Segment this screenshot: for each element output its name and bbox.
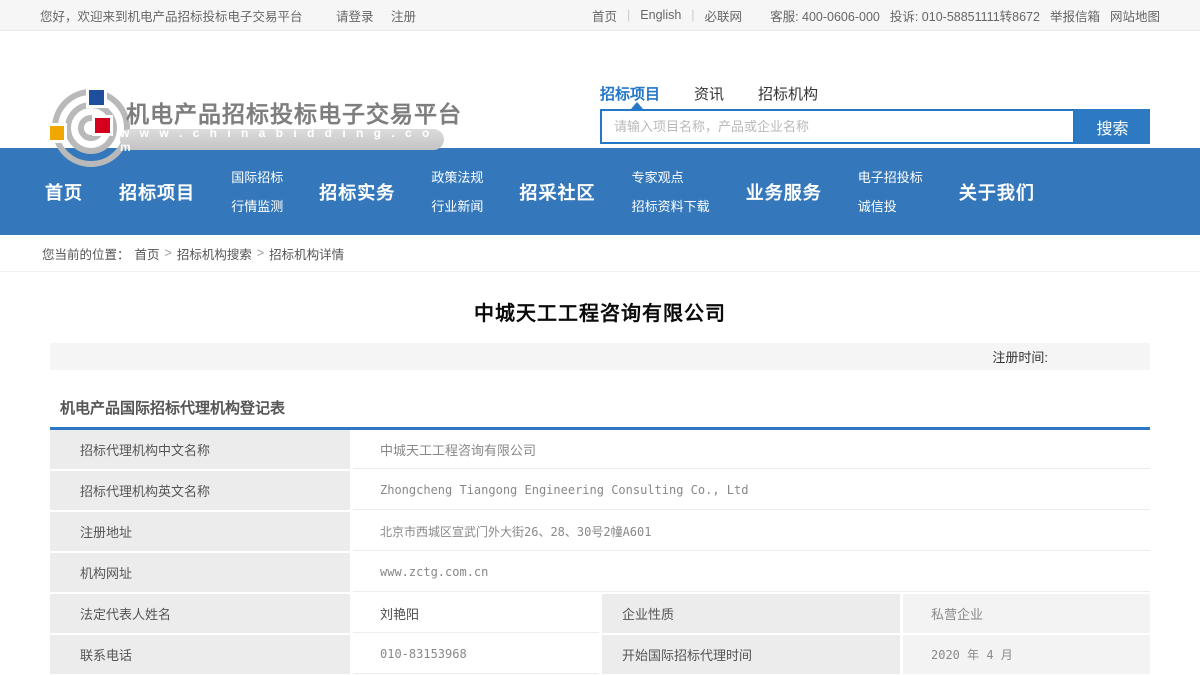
table-value-en-name: Zhongcheng Tiangong Engineering Consulti… [353, 471, 1150, 510]
register-time-bar: 注册时间: [50, 343, 1150, 370]
nav-sub-bottom[interactable]: 行情监测 [231, 192, 283, 221]
search-input[interactable] [600, 109, 1075, 144]
breadcrumb-prefix: 您当前的位置： [42, 244, 130, 263]
nav-sub-bottom[interactable]: 诚信投 [858, 192, 923, 221]
report-mailbox-link[interactable]: 举报信箱 [1050, 6, 1100, 25]
english-link[interactable]: English [640, 8, 681, 22]
table-value-website: www.zctg.com.cn [353, 553, 1150, 592]
main-nav: 首页 招标项目 国际招标 行情监测 招标实务 政策法规 行业新闻 招采社区 专家… [0, 148, 1200, 235]
table-value-enterprise-type: 私营企业 [903, 594, 1150, 633]
topbar-left: 您好，欢迎来到机电产品招标投标电子交易平台 请登录 注册 [40, 6, 430, 25]
nav-sub-bottom[interactable]: 招标资料下载 [632, 192, 710, 221]
nav-sub-bottom[interactable]: 行业新闻 [431, 192, 483, 221]
nav-ebidding[interactable]: 电子招投标 诚信投 [858, 163, 923, 221]
nav-sub-top[interactable]: 电子招投标 [858, 163, 923, 192]
table-label-phone: 联系电话 [50, 635, 350, 674]
nav-home[interactable]: 首页 [45, 179, 83, 205]
nav-policy-news[interactable]: 政策法规 行业新闻 [431, 163, 483, 221]
registration-table: 招标代理机构中文名称 中城天工工程咨询有限公司 招标代理机构英文名称 Zhong… [50, 430, 1150, 675]
table-label-en-name: 招标代理机构英文名称 [50, 471, 350, 510]
site-logo-icon[interactable] [52, 89, 130, 167]
registration-form-title: 机电产品国际招标代理机构登记表 [60, 397, 1200, 418]
welcome-text: 您好，欢迎来到机电产品招标投标电子交易平台 [40, 10, 303, 24]
site-header: 机电产品招标投标电子交易平台 w w w . c h i n a b i d d… [0, 31, 1200, 148]
nav-community[interactable]: 招采社区 [520, 179, 596, 205]
nav-about-us[interactable]: 关于我们 [959, 179, 1035, 205]
table-value-cn-name: 中城天工工程咨询有限公司 [353, 430, 1150, 469]
login-link[interactable]: 请登录 [336, 10, 374, 24]
nav-sub-top[interactable]: 专家观点 [632, 163, 710, 192]
site-title: 机电产品招标投标电子交易平台 [126, 95, 462, 129]
service-phone: 客服: 400-0606-000 [770, 6, 880, 25]
table-value-legal-rep: 刘艳阳 [353, 594, 599, 633]
table-label-start-date: 开始国际招标代理时间 [602, 635, 900, 674]
search-tab-news[interactable]: 资讯 [694, 83, 724, 104]
sitemap-link[interactable]: 网站地图 [1110, 6, 1160, 25]
nav-bidding-projects[interactable]: 招标项目 [119, 179, 195, 205]
divider: | [627, 8, 630, 22]
breadcrumb-separator: > [257, 246, 264, 260]
search-button[interactable]: 搜索 [1075, 109, 1150, 144]
table-label-website: 机构网址 [50, 553, 350, 592]
table-value-start-date: 2020 年 4 月 [903, 635, 1150, 674]
register-time-label: 注册时间: [992, 347, 1048, 366]
nav-international-bidding[interactable]: 国际招标 行情监测 [231, 163, 283, 221]
table-value-address: 北京市西城区宣武门外大街26、28、30号2幢A601 [353, 512, 1150, 551]
breadcrumb-agency-detail[interactable]: 招标机构详情 [269, 244, 344, 263]
logo-blue-square [89, 90, 104, 105]
active-tab-pointer-icon [631, 102, 643, 109]
nav-business-services[interactable]: 业务服务 [746, 179, 822, 205]
complaint-phone: 投诉: 010-58851111转8672 [890, 6, 1040, 25]
search-tab-agencies[interactable]: 招标机构 [758, 83, 818, 104]
table-label-enterprise-type: 企业性质 [602, 594, 900, 633]
topbar-right: 首页 | English | 必联网 客服: 400-0606-000 投诉: … [592, 6, 1160, 25]
home-link[interactable]: 首页 [592, 6, 617, 25]
breadcrumb-home[interactable]: 首页 [135, 244, 160, 263]
table-label-address: 注册地址 [50, 512, 350, 551]
breadcrumb-separator: > [165, 246, 172, 260]
breadcrumb: 您当前的位置： 首页 > 招标机构搜索 > 招标机构详情 [0, 235, 1200, 272]
search-tabs: 招标项目 资讯 招标机构 [600, 83, 818, 104]
topbar: 您好，欢迎来到机电产品招标投标电子交易平台 请登录 注册 首页 | Englis… [0, 0, 1200, 31]
nav-expert-downloads[interactable]: 专家观点 招标资料下载 [632, 163, 710, 221]
table-label-legal-rep: 法定代表人姓名 [50, 594, 350, 633]
nav-sub-top[interactable]: 政策法规 [431, 163, 483, 192]
bilian-link[interactable]: 必联网 [705, 6, 743, 25]
logo-red-square [95, 118, 110, 133]
register-link[interactable]: 注册 [391, 10, 416, 24]
divider: | [691, 8, 694, 22]
logo-orange-square [50, 126, 64, 140]
breadcrumb-agency-search[interactable]: 招标机构搜索 [177, 244, 252, 263]
search-tab-projects[interactable]: 招标项目 [600, 83, 660, 104]
table-label-cn-name: 招标代理机构中文名称 [50, 430, 350, 469]
site-url-pill: w w w . c h i n a b i d d i n g . c o m [120, 129, 444, 150]
table-value-phone: 010-83153968 [353, 635, 599, 674]
company-title: 中城天工工程咨询有限公司 [0, 297, 1200, 326]
nav-sub-top[interactable]: 国际招标 [231, 163, 283, 192]
nav-bidding-practice[interactable]: 招标实务 [319, 179, 395, 205]
